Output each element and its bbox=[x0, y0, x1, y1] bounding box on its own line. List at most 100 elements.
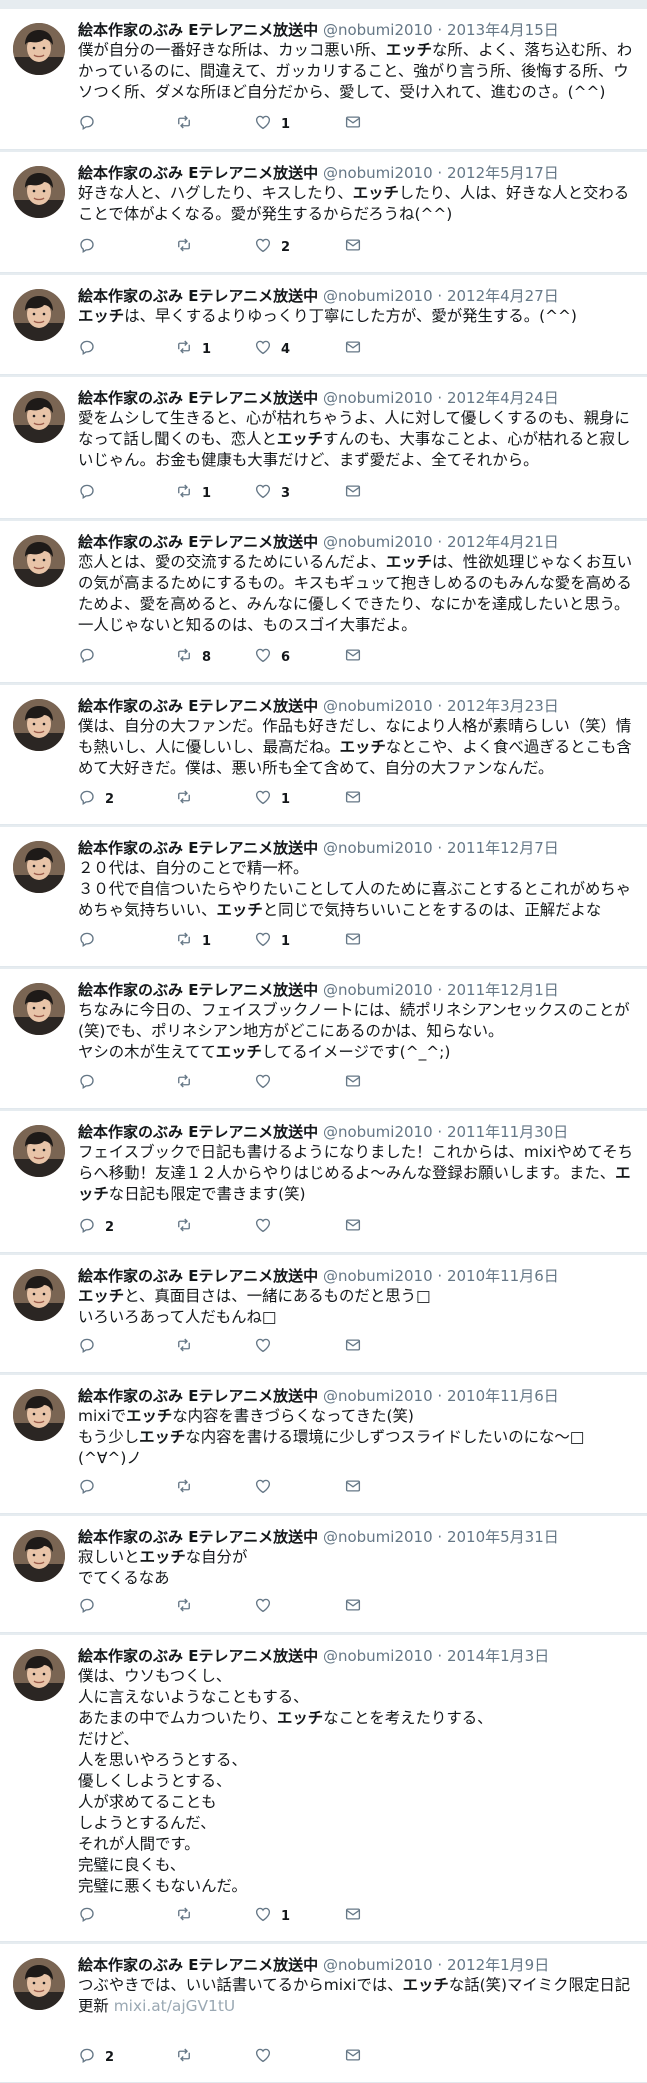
tweet-date[interactable]: 2010年11月6日 bbox=[447, 1267, 559, 1285]
direct-message-button[interactable] bbox=[344, 647, 362, 667]
direct-message-button[interactable] bbox=[344, 1073, 362, 1093]
like-button[interactable] bbox=[254, 2047, 281, 2067]
direct-message-button[interactable] bbox=[344, 483, 362, 503]
reply-button[interactable] bbox=[78, 339, 105, 359]
direct-message-button[interactable] bbox=[344, 339, 362, 359]
avatar[interactable] bbox=[13, 23, 65, 75]
retweet-button[interactable] bbox=[175, 114, 202, 134]
author-name[interactable]: 絵本作家のぶみ Eテレアニメ放送中 bbox=[78, 1267, 318, 1285]
like-button[interactable] bbox=[254, 1217, 281, 1237]
reply-button[interactable] bbox=[78, 1906, 105, 1926]
like-button[interactable] bbox=[254, 1478, 281, 1498]
retweet-button[interactable]: 1 bbox=[175, 339, 211, 359]
retweet-button[interactable] bbox=[175, 1906, 202, 1926]
author-name[interactable]: 絵本作家のぶみ Eテレアニメ放送中 bbox=[78, 839, 318, 857]
tweet-date[interactable]: 2011年12月7日 bbox=[447, 839, 559, 857]
tweet[interactable]: 絵本作家のぶみ Eテレアニメ放送中 @nobumi2010 · 2012年3月2… bbox=[0, 685, 647, 825]
reply-button[interactable]: 2 bbox=[78, 1217, 114, 1237]
retweet-button[interactable]: 1 bbox=[175, 483, 211, 503]
avatar[interactable] bbox=[13, 535, 65, 587]
author-handle[interactable]: @nobumi2010 bbox=[323, 1387, 433, 1405]
retweet-button[interactable]: 8 bbox=[175, 647, 211, 667]
tweet[interactable]: 絵本作家のぶみ Eテレアニメ放送中 @nobumi2010 · 2014年1月3… bbox=[0, 1635, 647, 1942]
reply-button[interactable] bbox=[78, 647, 105, 667]
direct-message-button[interactable] bbox=[344, 1478, 362, 1498]
author-handle[interactable]: @nobumi2010 bbox=[323, 533, 433, 551]
tweet[interactable]: 絵本作家のぶみ Eテレアニメ放送中 @nobumi2010 · 2011年12月… bbox=[0, 969, 647, 1109]
avatar[interactable] bbox=[13, 166, 65, 218]
tweet-date[interactable]: 2012年4月21日 bbox=[447, 533, 559, 551]
author-handle[interactable]: @nobumi2010 bbox=[323, 1647, 433, 1665]
tweet-date[interactable]: 2010年5月31日 bbox=[447, 1528, 559, 1546]
tweet-date[interactable]: 2012年4月27日 bbox=[447, 287, 559, 305]
tweet-date[interactable]: 2012年1月9日 bbox=[447, 1956, 549, 1974]
tweet[interactable]: 絵本作家のぶみ Eテレアニメ放送中 @nobumi2010 · 2013年4月1… bbox=[0, 9, 647, 150]
author-name[interactable]: 絵本作家のぶみ Eテレアニメ放送中 bbox=[78, 533, 318, 551]
reply-button[interactable] bbox=[78, 931, 105, 951]
tweet-date[interactable]: 2012年5月17日 bbox=[447, 164, 559, 182]
avatar[interactable] bbox=[13, 1389, 65, 1441]
avatar[interactable] bbox=[13, 1530, 65, 1582]
tweet-date[interactable]: 2013年4月15日 bbox=[447, 21, 559, 39]
retweet-button[interactable] bbox=[175, 2047, 202, 2067]
author-name[interactable]: 絵本作家のぶみ Eテレアニメ放送中 bbox=[78, 1647, 318, 1665]
reply-button[interactable] bbox=[78, 1337, 105, 1357]
reply-button[interactable] bbox=[78, 237, 105, 257]
tweet-date[interactable]: 2014年1月3日 bbox=[447, 1647, 549, 1665]
avatar[interactable] bbox=[13, 1269, 65, 1321]
reply-button[interactable] bbox=[78, 1597, 105, 1617]
avatar[interactable] bbox=[13, 841, 65, 893]
avatar[interactable] bbox=[13, 1125, 65, 1177]
tweet-date[interactable]: 2010年11月6日 bbox=[447, 1387, 559, 1405]
reply-button[interactable]: 2 bbox=[78, 789, 114, 809]
retweet-button[interactable] bbox=[175, 1478, 202, 1498]
retweet-button[interactable] bbox=[175, 789, 202, 809]
tweet-date[interactable]: 2011年12月1日 bbox=[447, 981, 559, 999]
like-button[interactable]: 1 bbox=[254, 931, 290, 951]
direct-message-button[interactable] bbox=[344, 931, 362, 951]
like-button[interactable]: 1 bbox=[254, 114, 290, 134]
tweet[interactable]: 絵本作家のぶみ Eテレアニメ放送中 @nobumi2010 · 2012年4月2… bbox=[0, 275, 647, 375]
author-name[interactable]: 絵本作家のぶみ Eテレアニメ放送中 bbox=[78, 981, 318, 999]
direct-message-button[interactable] bbox=[344, 1337, 362, 1357]
retweet-button[interactable] bbox=[175, 1217, 202, 1237]
author-name[interactable]: 絵本作家のぶみ Eテレアニメ放送中 bbox=[78, 1387, 318, 1405]
avatar[interactable] bbox=[13, 289, 65, 341]
tweet[interactable]: 絵本作家のぶみ Eテレアニメ放送中 @nobumi2010 · 2012年5月1… bbox=[0, 152, 647, 273]
retweet-button[interactable] bbox=[175, 1337, 202, 1357]
tweet[interactable]: 絵本作家のぶみ Eテレアニメ放送中 @nobumi2010 · 2011年11月… bbox=[0, 1111, 647, 1253]
author-handle[interactable]: @nobumi2010 bbox=[323, 287, 433, 305]
tweet[interactable]: 絵本作家のぶみ Eテレアニメ放送中 @nobumi2010 · 2012年4月2… bbox=[0, 521, 647, 683]
retweet-button[interactable] bbox=[175, 1073, 202, 1093]
direct-message-button[interactable] bbox=[344, 114, 362, 134]
avatar[interactable] bbox=[13, 1958, 65, 2010]
direct-message-button[interactable] bbox=[344, 237, 362, 257]
author-name[interactable]: 絵本作家のぶみ Eテレアニメ放送中 bbox=[78, 389, 318, 407]
reply-button[interactable] bbox=[78, 1478, 105, 1498]
author-name[interactable]: 絵本作家のぶみ Eテレアニメ放送中 bbox=[78, 1956, 318, 1974]
like-button[interactable] bbox=[254, 1337, 281, 1357]
author-name[interactable]: 絵本作家のぶみ Eテレアニメ放送中 bbox=[78, 164, 318, 182]
like-button[interactable] bbox=[254, 1073, 281, 1093]
author-name[interactable]: 絵本作家のぶみ Eテレアニメ放送中 bbox=[78, 1123, 318, 1141]
reply-button[interactable] bbox=[78, 1073, 105, 1093]
like-button[interactable]: 2 bbox=[254, 237, 290, 257]
retweet-button[interactable]: 1 bbox=[175, 931, 211, 951]
reply-button[interactable] bbox=[78, 483, 105, 503]
author-handle[interactable]: @nobumi2010 bbox=[323, 389, 433, 407]
author-name[interactable]: 絵本作家のぶみ Eテレアニメ放送中 bbox=[78, 697, 318, 715]
tweet[interactable]: 絵本作家のぶみ Eテレアニメ放送中 @nobumi2010 · 2010年11月… bbox=[0, 1375, 647, 1514]
author-handle[interactable]: @nobumi2010 bbox=[323, 21, 433, 39]
avatar[interactable] bbox=[13, 983, 65, 1035]
like-button[interactable]: 3 bbox=[254, 483, 290, 503]
retweet-button[interactable] bbox=[175, 1597, 202, 1617]
direct-message-button[interactable] bbox=[344, 2047, 362, 2067]
author-handle[interactable]: @nobumi2010 bbox=[323, 164, 433, 182]
reply-button[interactable]: 2 bbox=[78, 2047, 114, 2067]
author-name[interactable]: 絵本作家のぶみ Eテレアニメ放送中 bbox=[78, 21, 318, 39]
tweet-date[interactable]: 2012年3月23日 bbox=[447, 697, 559, 715]
author-handle[interactable]: @nobumi2010 bbox=[323, 981, 433, 999]
direct-message-button[interactable] bbox=[344, 1597, 362, 1617]
like-button[interactable] bbox=[254, 1597, 281, 1617]
avatar[interactable] bbox=[13, 699, 65, 751]
